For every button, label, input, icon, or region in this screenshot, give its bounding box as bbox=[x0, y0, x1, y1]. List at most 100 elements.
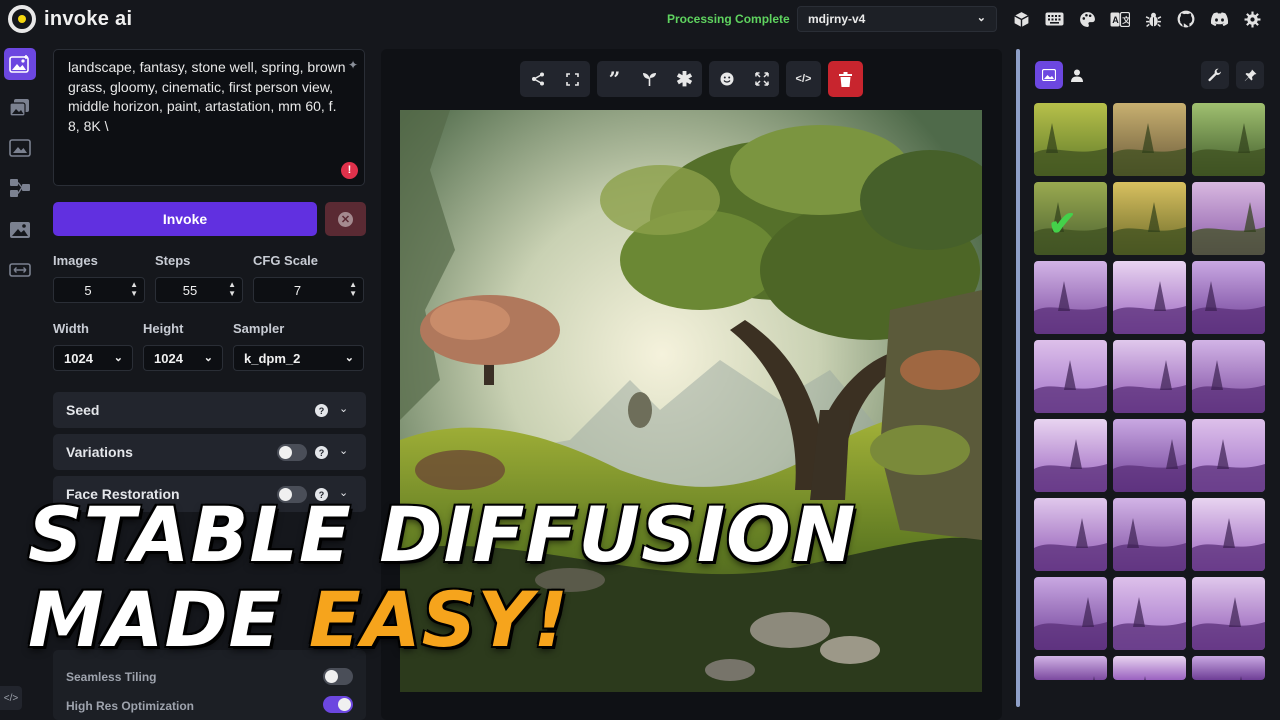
banner-line-1: STABLE DIFFUSION bbox=[28, 490, 857, 579]
gallery-thumbnail[interactable] bbox=[1113, 419, 1186, 492]
gallery-thumbnail[interactable] bbox=[1192, 340, 1265, 413]
gallery-thumbnail[interactable] bbox=[1034, 103, 1107, 176]
use-all-button[interactable]: ✱ bbox=[667, 61, 702, 97]
gallery-thumbnail[interactable] bbox=[1113, 182, 1186, 255]
banner-made: MADE bbox=[28, 575, 282, 664]
gallery-thumbnail[interactable] bbox=[1113, 340, 1186, 413]
gallery-thumbnail[interactable]: ✔ bbox=[1034, 182, 1107, 255]
quote-icon: ” bbox=[608, 67, 621, 91]
images-stepper[interactable]: 5 ▲ ▼ bbox=[53, 277, 145, 303]
discord-icon[interactable] bbox=[1208, 8, 1230, 30]
check-icon: ✔ bbox=[1048, 205, 1077, 243]
chevron-down-icon: ⌄ bbox=[344, 352, 354, 364]
rail-text-to-image[interactable] bbox=[4, 48, 36, 80]
gallery-thumbnail[interactable] bbox=[1113, 103, 1186, 176]
keyboard-icon[interactable] bbox=[1043, 8, 1065, 30]
gallery-thumbnail[interactable] bbox=[1192, 261, 1265, 334]
pin-icon bbox=[1244, 69, 1256, 81]
gallery-thumbnail[interactable] bbox=[1034, 498, 1107, 571]
close-icon: ✕ bbox=[338, 211, 353, 227]
stepper-arrows-icon[interactable]: ▲ ▼ bbox=[130, 280, 138, 298]
gallery-settings-button[interactable] bbox=[1201, 61, 1229, 89]
width-select[interactable]: 1024 ⌄ bbox=[53, 345, 133, 371]
console-toggle[interactable]: </> bbox=[0, 686, 22, 710]
help-icon[interactable]: ? bbox=[315, 446, 328, 459]
high-res-toggle[interactable] bbox=[323, 696, 353, 713]
rail-training[interactable] bbox=[4, 254, 36, 286]
gallery-thumbnail[interactable] bbox=[1192, 103, 1265, 176]
sampler-value: k_dpm_2 bbox=[244, 351, 301, 366]
app-header: invoke ai Processing Complete mdjrny-v4 … bbox=[0, 0, 1280, 38]
face-restore-button[interactable] bbox=[709, 61, 744, 97]
gallery-thumbnail[interactable] bbox=[1192, 498, 1265, 571]
cube-icon[interactable] bbox=[1010, 8, 1032, 30]
seed-accordion[interactable]: Seed ? ⌄ bbox=[53, 392, 366, 428]
panel-resize-handle[interactable] bbox=[1016, 49, 1020, 707]
palette-icon[interactable] bbox=[1076, 8, 1098, 30]
upscale-button[interactable] bbox=[744, 61, 779, 97]
steps-label: Steps bbox=[155, 253, 191, 268]
seamless-tiling-toggle[interactable] bbox=[323, 668, 353, 685]
use-seed-button[interactable] bbox=[632, 61, 667, 97]
prompt-input[interactable]: landscape, fantasy, stone well, spring, … bbox=[53, 49, 365, 186]
gallery-thumbnail[interactable] bbox=[1192, 419, 1265, 492]
show-metadata-button[interactable]: </> bbox=[786, 61, 821, 97]
cancel-button[interactable]: ✕ bbox=[325, 202, 366, 236]
gallery-thumbnail[interactable] bbox=[1034, 577, 1107, 650]
model-select[interactable]: mdjrny-v4 ⌄ bbox=[797, 6, 997, 32]
header-icons: A文 bbox=[1010, 8, 1263, 30]
rail-image-to-image[interactable] bbox=[4, 92, 36, 124]
code-icon: </> bbox=[795, 73, 812, 85]
translate-icon[interactable]: A文 bbox=[1109, 8, 1131, 30]
steps-stepper[interactable]: 55 ▲ ▼ bbox=[155, 277, 243, 303]
help-icon[interactable]: ? bbox=[315, 404, 328, 417]
expand-icon bbox=[566, 72, 579, 86]
github-icon[interactable] bbox=[1175, 8, 1197, 30]
height-select[interactable]: 1024 ⌄ bbox=[143, 345, 223, 371]
gallery-pin-button[interactable] bbox=[1236, 61, 1264, 89]
rail-postprocessing[interactable] bbox=[4, 214, 36, 246]
nodes-icon bbox=[10, 179, 30, 197]
app-logo: invoke ai bbox=[8, 5, 132, 33]
bug-icon[interactable] bbox=[1142, 8, 1164, 30]
gallery-thumbnail[interactable] bbox=[1113, 577, 1186, 650]
image-icon bbox=[1042, 69, 1056, 81]
chevron-down-icon: ⌄ bbox=[976, 12, 986, 24]
rail-nodes[interactable] bbox=[4, 172, 36, 204]
cfg-label: CFG Scale bbox=[253, 253, 319, 268]
invoke-button[interactable]: Invoke bbox=[53, 202, 317, 236]
toolbar-group-postprocess bbox=[709, 61, 779, 97]
banner-easy: EASY! bbox=[308, 575, 570, 664]
gallery-images-button[interactable] bbox=[1035, 61, 1063, 89]
cfg-stepper[interactable]: 7 ▲ ▼ bbox=[253, 277, 364, 303]
variations-accordion[interactable]: Variations ? ⌄ bbox=[53, 434, 366, 470]
gallery-thumbnail[interactable] bbox=[1113, 656, 1186, 680]
gallery-thumbnail[interactable] bbox=[1192, 577, 1265, 650]
sampler-label: Sampler bbox=[233, 321, 285, 336]
stepper-arrows-icon[interactable]: ▲ ▼ bbox=[228, 280, 236, 298]
stepper-arrows-icon[interactable]: ▲ ▼ bbox=[349, 280, 357, 298]
gallery-thumbnail[interactable] bbox=[1192, 656, 1265, 680]
delete-button[interactable] bbox=[828, 61, 863, 97]
variations-toggle[interactable] bbox=[277, 444, 307, 461]
rail-unified-canvas[interactable] bbox=[4, 132, 36, 164]
wrench-icon bbox=[1208, 68, 1221, 82]
expand-button[interactable] bbox=[555, 61, 590, 97]
use-prompt-button[interactable]: ” bbox=[597, 61, 632, 97]
gallery-thumbnail[interactable] bbox=[1113, 261, 1186, 334]
gallery-thumbnail[interactable] bbox=[1034, 340, 1107, 413]
gallery-thumbnail[interactable] bbox=[1034, 419, 1107, 492]
sampler-select[interactable]: k_dpm_2 ⌄ bbox=[233, 345, 364, 371]
images-value: 5 bbox=[84, 282, 92, 298]
postprocessing-icon bbox=[10, 222, 30, 238]
gallery-user-button[interactable] bbox=[1063, 61, 1091, 89]
pin-icon[interactable]: ✦ bbox=[348, 56, 358, 76]
gallery-thumbnail[interactable] bbox=[1034, 261, 1107, 334]
steps-value: 55 bbox=[182, 282, 198, 298]
gallery-thumbnail[interactable] bbox=[1034, 656, 1107, 680]
text-to-image-icon bbox=[9, 55, 29, 73]
gallery-thumbnail[interactable] bbox=[1192, 182, 1265, 255]
gear-icon[interactable] bbox=[1241, 8, 1263, 30]
gallery-thumbnail[interactable] bbox=[1113, 498, 1186, 571]
share-button[interactable] bbox=[520, 61, 555, 97]
